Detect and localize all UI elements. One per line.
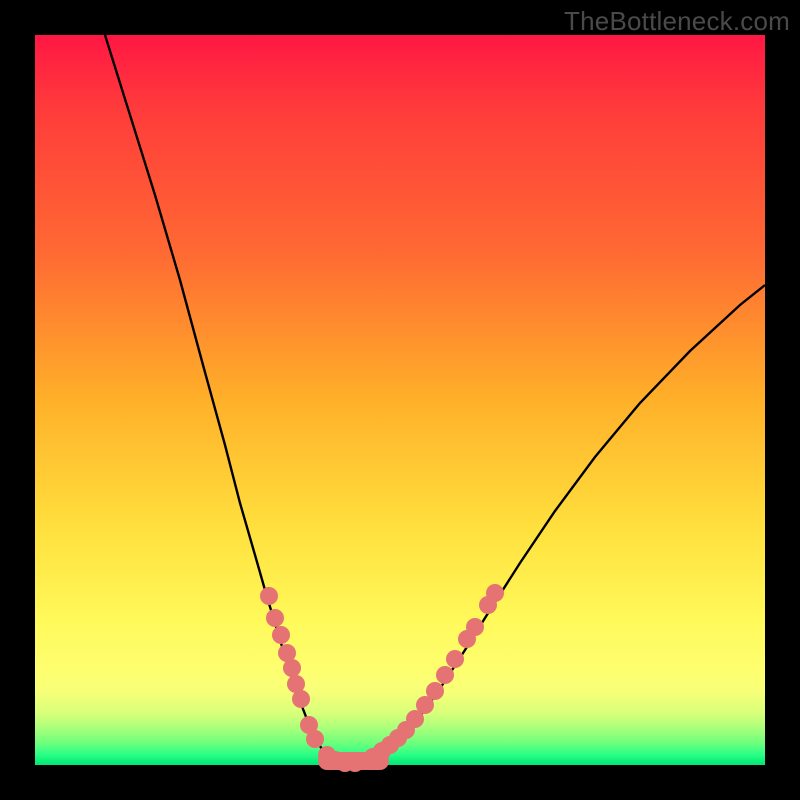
plot-area — [35, 35, 765, 765]
highlight-dot — [266, 609, 284, 627]
highlight-dot — [292, 690, 310, 708]
highlight-dot — [426, 682, 444, 700]
watermark-label: TheBottleneck.com — [564, 6, 790, 37]
bottleneck-curve — [105, 35, 765, 765]
highlight-dots-group — [260, 584, 504, 772]
chart-frame: TheBottleneck.com — [0, 0, 800, 800]
highlight-dot — [283, 659, 301, 677]
highlight-dot — [436, 666, 454, 684]
highlight-dot — [260, 587, 278, 605]
highlight-dot — [272, 626, 290, 644]
highlight-dot — [486, 584, 504, 602]
highlight-dot — [466, 618, 484, 636]
highlight-dot — [446, 650, 464, 668]
highlight-dot — [306, 730, 324, 748]
chart-svg — [35, 35, 765, 765]
